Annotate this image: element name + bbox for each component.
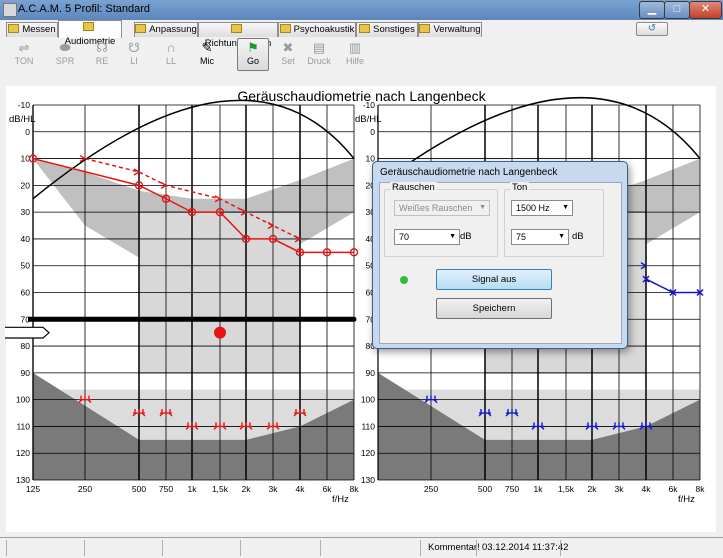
tone-level-select[interactable]: 75 ▼ xyxy=(511,229,569,245)
y-tick-label: 90 xyxy=(366,368,376,378)
y-tick-label: 110 xyxy=(361,421,375,431)
x-tick-label: 1k xyxy=(188,484,198,494)
dialog-title: Geräuschaudiometrie nach Langenbeck xyxy=(380,167,558,178)
x-axis-label-right: f/Hz xyxy=(678,494,695,505)
x-tick-label: 8k xyxy=(350,484,360,494)
y-tick-label: 120 xyxy=(361,448,375,458)
x-tick-label: 750 xyxy=(159,484,173,494)
signal-indicator-led xyxy=(400,276,408,284)
y-axis-label-right: dB/HL xyxy=(355,114,381,125)
status-divider xyxy=(6,540,7,556)
y-tick-label: 100 xyxy=(16,395,30,405)
x-tick-label: 2k xyxy=(242,484,252,494)
audiogram-left[interactable]: -100102030405060708090100110120130125 250… xyxy=(5,99,360,494)
x-axis-label-left: f/Hz xyxy=(332,494,349,505)
y-tick-label: 100 xyxy=(361,395,375,405)
y-tick-label: 10 xyxy=(21,154,31,164)
rauschen-label: Rauschen xyxy=(390,182,437,193)
noise-level-point xyxy=(243,316,249,322)
noise-level-point xyxy=(270,316,276,322)
ton-label: Ton xyxy=(510,182,530,193)
status-bar: Kommentar! 03.12.2014 11:37:42 xyxy=(0,537,723,558)
signal-point xyxy=(214,326,226,339)
status-divider xyxy=(420,540,421,556)
status-datetime: 03.12.2014 11:37:42 xyxy=(482,542,569,553)
chevron-down-icon: ▼ xyxy=(558,233,565,240)
y-axis-label-left: dB/HL xyxy=(9,114,35,125)
x-tick-label: 3k xyxy=(615,484,625,494)
chevron-down-icon: ▼ xyxy=(449,233,456,240)
noise-level-point xyxy=(136,316,142,322)
x-tick-label: 4k xyxy=(642,484,652,494)
y-tick-label: 120 xyxy=(16,448,30,458)
noise-level-point xyxy=(189,316,195,322)
x-tick-label: 4k xyxy=(296,484,306,494)
noise-level-point xyxy=(217,316,223,322)
x-tick-label: 500 xyxy=(132,484,146,494)
chevron-down-icon: ▼ xyxy=(562,204,569,211)
noise-level-point xyxy=(30,316,36,322)
chevron-down-icon: ▼ xyxy=(479,204,486,211)
noise-audiometry-dialog: Geräuschaudiometrie nach Langenbeck Raus… xyxy=(372,161,628,349)
x-tick-label: 6k xyxy=(669,484,679,494)
noise-level-unit: dB xyxy=(460,231,472,242)
noise-type-select[interactable]: Weißes Rauschen ▼ xyxy=(394,200,490,216)
x-tick-label: 500 xyxy=(478,484,492,494)
y-tick-label: 30 xyxy=(21,207,31,217)
x-tick-label: 125 xyxy=(26,484,40,494)
y-tick-label: 0 xyxy=(25,127,30,137)
y-tick-label: 110 xyxy=(16,421,30,431)
status-comment: Kommentar! xyxy=(428,542,480,553)
noise-level-point xyxy=(82,316,88,322)
y-tick-label: -10 xyxy=(18,100,31,110)
x-tick-label: 250 xyxy=(78,484,92,494)
x-tick-label: 8k xyxy=(696,484,706,494)
x-tick-label: 3k xyxy=(269,484,279,494)
tone-frequency-select[interactable]: 1500 Hz ▼ xyxy=(511,200,573,216)
x-tick-label: 1,5k xyxy=(558,484,575,494)
noise-arrow xyxy=(5,326,50,339)
status-divider xyxy=(560,540,561,556)
status-divider xyxy=(476,540,477,556)
y-tick-label: 130 xyxy=(361,475,375,485)
y-tick-label: 0 xyxy=(370,127,375,137)
y-tick-label: 90 xyxy=(21,368,31,378)
status-divider xyxy=(240,540,241,556)
y-tick-label: 40 xyxy=(21,234,31,244)
x-tick-label: 2k xyxy=(588,484,598,494)
noise-level-point xyxy=(351,316,357,322)
y-tick-label: 50 xyxy=(21,261,31,271)
tone-level-unit: dB xyxy=(572,231,584,242)
noise-level-point xyxy=(297,316,303,322)
status-divider xyxy=(84,540,85,556)
x-tick-label: 6k xyxy=(323,484,333,494)
x-tick-label: 1,5k xyxy=(212,484,229,494)
noise-level-select[interactable]: 70 ▼ xyxy=(394,229,460,245)
y-tick-label: -10 xyxy=(363,100,376,110)
dialog-body: Rauschen Weißes Rauschen ▼ 70 ▼ dB Ton 150… xyxy=(379,182,622,344)
save-button[interactable]: Speichern xyxy=(436,298,552,319)
y-tick-label: 60 xyxy=(21,288,31,298)
status-divider xyxy=(162,540,163,556)
y-tick-label: 20 xyxy=(21,180,31,190)
status-divider xyxy=(320,540,321,556)
noise-level-point xyxy=(163,316,169,322)
noise-level-point xyxy=(324,316,330,322)
x-tick-label: 1k xyxy=(534,484,544,494)
x-tick-label: 250 xyxy=(424,484,438,494)
signal-off-button[interactable]: Signal aus xyxy=(436,269,552,290)
x-tick-label: 750 xyxy=(505,484,519,494)
y-tick-label: 80 xyxy=(21,341,31,351)
